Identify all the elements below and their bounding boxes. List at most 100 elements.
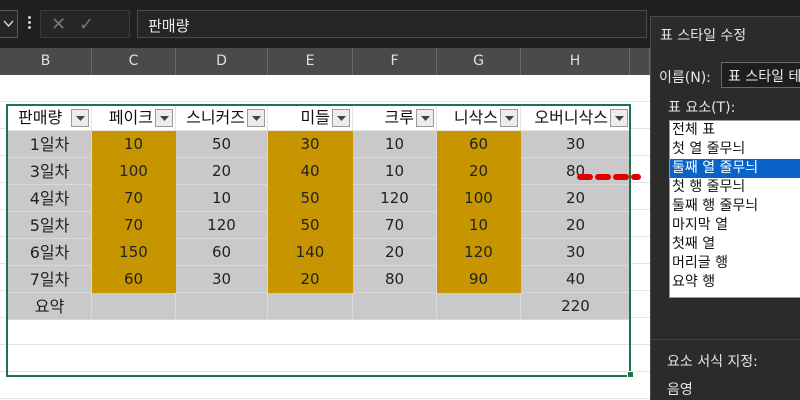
table-cell[interactable]: 70 — [353, 212, 437, 239]
table-cell[interactable]: 80 — [353, 266, 437, 293]
list-item[interactable]: 마지막 열 — [670, 216, 800, 235]
column-header-h[interactable]: H — [521, 48, 630, 75]
column-header-c[interactable]: C — [92, 48, 176, 75]
table-cell[interactable]: 40 — [268, 158, 353, 185]
fill-handle[interactable] — [627, 371, 634, 378]
filter-dropdown-button[interactable] — [610, 109, 628, 127]
header-label: 페이크 — [108, 108, 153, 127]
list-item[interactable]: 첫 열 줄무늬 — [670, 140, 800, 159]
grid-row — [0, 75, 650, 102]
table-cell[interactable]: 60 — [437, 131, 521, 158]
table-cell[interactable]: 10 — [437, 212, 521, 239]
header-cell: 니삭스 — [437, 104, 521, 131]
table-cell[interactable]: 10 — [353, 131, 437, 158]
total-cell[interactable] — [437, 293, 521, 320]
table-cell[interactable]: 20 — [176, 158, 268, 185]
grid-row — [0, 318, 650, 345]
total-cell[interactable] — [176, 293, 268, 320]
filter-dropdown-button[interactable] — [247, 109, 265, 127]
name-label: 이름(N): — [659, 70, 711, 86]
table-cell[interactable]: 120 — [353, 185, 437, 212]
table-cell[interactable]: 120 — [437, 239, 521, 266]
header-cell: 스니커즈 — [176, 104, 268, 131]
table-cell[interactable]: 20 — [268, 266, 353, 293]
table-cell[interactable]: 50 — [268, 185, 353, 212]
dropdown-arrow-icon — [615, 116, 624, 121]
column-header-d[interactable]: D — [176, 48, 268, 75]
table-cell[interactable]: 20 — [353, 239, 437, 266]
table-cell[interactable]: 70 — [92, 212, 176, 239]
list-item[interactable]: 둘째 행 줄무늬 — [670, 197, 800, 216]
row-label: 1일차 — [8, 131, 92, 158]
dropdown-arrow-icon — [337, 116, 346, 121]
table-elements-label: 표 요소(T): — [668, 100, 736, 116]
shading-label: 음영 — [667, 382, 693, 398]
header-label: 오버니삭스 — [534, 108, 608, 127]
list-item[interactable]: 요약 행 — [670, 273, 800, 292]
more-options-icon[interactable] — [26, 14, 32, 34]
formula-input[interactable]: 판매량 — [137, 10, 647, 38]
table-cell[interactable]: 100 — [437, 185, 521, 212]
header-label: 니삭스 — [453, 108, 498, 127]
header-label: 스니커즈 — [186, 108, 245, 127]
filter-dropdown-button[interactable] — [332, 109, 350, 127]
column-header-e[interactable]: E — [268, 48, 353, 75]
row-label: 6일차 — [8, 239, 92, 266]
x-icon[interactable]: ✕ — [51, 14, 66, 35]
table-cell[interactable]: 30 — [176, 266, 268, 293]
element-formatting-label: 요소 서식 지정: — [667, 354, 758, 370]
column-header-b[interactable]: B — [0, 48, 92, 75]
filter-dropdown-button[interactable] — [155, 109, 173, 127]
modify-table-style-dialog: 표 스타일 수정 이름(N): 표 스타일 테 표 요소(T): 전체 표첫 열… — [650, 16, 800, 400]
name-box-dropdown[interactable] — [0, 10, 18, 38]
total-cell[interactable] — [92, 293, 176, 320]
column-header-f[interactable]: F — [353, 48, 437, 75]
header-label: 크루 — [384, 108, 414, 127]
table-cell[interactable]: 20 — [437, 158, 521, 185]
table-cell[interactable]: 140 — [268, 239, 353, 266]
table-cell[interactable]: 50 — [176, 131, 268, 158]
grid-row — [0, 345, 650, 372]
list-item[interactable]: 둘째 열 줄무늬 — [670, 159, 800, 178]
filter-dropdown-button[interactable] — [416, 109, 434, 127]
table-cell[interactable]: 10 — [176, 185, 268, 212]
filter-dropdown-button[interactable] — [500, 109, 518, 127]
table-cell[interactable]: 30 — [268, 131, 353, 158]
total-cell[interactable]: 220 — [521, 293, 631, 320]
grid-row — [0, 372, 650, 399]
table-cell[interactable]: 30 — [521, 131, 631, 158]
total-cell[interactable] — [353, 293, 437, 320]
total-row-label: 요약 — [8, 293, 92, 320]
header-label: 미들 — [300, 108, 330, 127]
worksheet: BCDEFGH 판매량 페이크 스니커즈 미들 크루 니삭스 오버니삭스 1일차 10 50 30 1… — [0, 48, 650, 400]
table-cell[interactable]: 100 — [92, 158, 176, 185]
dropdown-arrow-icon — [252, 116, 261, 121]
column-header-g[interactable]: G — [437, 48, 521, 75]
list-item[interactable]: 머리글 행 — [670, 254, 800, 273]
table-cell[interactable]: 30 — [521, 239, 631, 266]
row-label: 7일차 — [8, 266, 92, 293]
table-cell[interactable]: 10 — [92, 131, 176, 158]
table-cell[interactable]: 70 — [92, 185, 176, 212]
dialog-title: 표 스타일 수정 — [660, 28, 747, 44]
table-cell[interactable]: 20 — [521, 212, 631, 239]
style-name-input[interactable]: 표 스타일 테 — [721, 62, 800, 88]
header-cell: 크루 — [353, 104, 437, 131]
filter-dropdown-button[interactable] — [71, 109, 89, 127]
table-cell[interactable]: 50 — [268, 212, 353, 239]
table-cell[interactable]: 60 — [176, 239, 268, 266]
check-icon[interactable]: ✓ — [79, 14, 94, 35]
list-item[interactable]: 첫 행 줄무늬 — [670, 178, 800, 197]
row-label: 3일차 — [8, 158, 92, 185]
total-cell[interactable] — [268, 293, 353, 320]
table-cell[interactable]: 90 — [437, 266, 521, 293]
table-cell[interactable]: 40 — [521, 266, 631, 293]
list-item[interactable]: 첫째 열 — [670, 235, 800, 254]
table-cell[interactable]: 120 — [176, 212, 268, 239]
header-cell: 판매량 — [8, 104, 92, 131]
table-cell[interactable]: 10 — [353, 158, 437, 185]
list-item[interactable]: 전체 표 — [670, 121, 800, 140]
table-cell[interactable]: 150 — [92, 239, 176, 266]
table-elements-list[interactable]: 전체 표첫 열 줄무늬 둘째 열 줄무늬 첫 행 줄무늬 둘째 행 줄무늬 마지막 열첫… — [669, 120, 800, 298]
table-cell[interactable]: 60 — [92, 266, 176, 293]
